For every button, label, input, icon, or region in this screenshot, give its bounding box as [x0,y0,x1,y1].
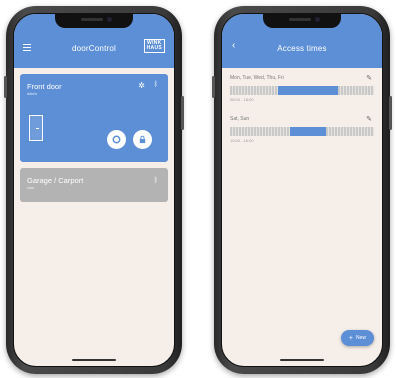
time-bar [230,127,374,136]
access-time-list: Mon, Tue, Wed, Thu, Fri ✎ 08:00 - 18:00 … [222,68,382,146]
winkhaus-logo: WINK HAUS [143,39,165,53]
page-title: doorControl [71,43,116,53]
new-button-label: New [355,335,366,341]
phone-right: ‹ Access times Mon, Tue, Wed, Thu, Fri ✎… [212,6,392,374]
entry-days: Mon, Tue, Wed, Thu, Fri [230,75,284,81]
door-list: Front door Admin ✲ ᛒ Garage / Carport Us… [14,68,174,208]
page-title: Access times [277,43,327,53]
menu-icon[interactable] [23,44,31,53]
access-times-screen: ‹ Access times Mon, Tue, Wed, Thu, Fri ✎… [221,13,383,367]
time-bar [230,86,374,95]
time-bar-fill [277,86,338,95]
door-role: User [27,186,35,190]
entry-range: 08:00 - 18:00 [230,97,254,102]
back-arrow-icon[interactable]: ‹ [232,41,235,51]
phone-notch [263,14,341,28]
lock-icon [139,135,146,144]
entry-days: Sat, Sun [230,116,250,122]
home-indicator [280,359,324,361]
phone-left: doorControl WINK HAUS Front door Admin ✲ … [4,6,184,374]
pencil-icon[interactable]: ✎ [366,74,372,82]
door-name: Garage / Carport [27,176,84,185]
new-access-time-button[interactable]: + New [340,330,374,346]
pencil-icon[interactable]: ✎ [366,115,372,123]
door-control-screen: doorControl WINK HAUS Front door Admin ✲ … [13,13,175,367]
phone-notch [55,14,133,28]
door-card-front-door[interactable]: Front door Admin ✲ ᛒ [20,74,168,162]
access-time-entry[interactable]: Mon, Tue, Wed, Thu, Fri ✎ 08:00 - 18:00 [222,68,382,105]
open-door-button[interactable] [107,130,126,149]
gear-icon[interactable]: ✲ [138,81,145,90]
home-indicator [72,359,116,361]
bluetooth-icon: ᛒ [153,81,158,88]
door-role: Admin [27,92,37,96]
door-icon [29,115,43,141]
door-card-garage[interactable]: Garage / Carport User ᛒ [20,168,168,202]
time-bar-fill [290,127,327,136]
open-icon [112,135,121,144]
entry-range: 10:00 - 16:00 [230,138,254,143]
bluetooth-icon: ᛒ [153,177,158,184]
access-time-entry[interactable]: Sat, Sun ✎ 10:00 - 16:00 [222,109,382,146]
lock-door-button[interactable] [133,130,152,149]
plus-icon: + [348,334,353,342]
